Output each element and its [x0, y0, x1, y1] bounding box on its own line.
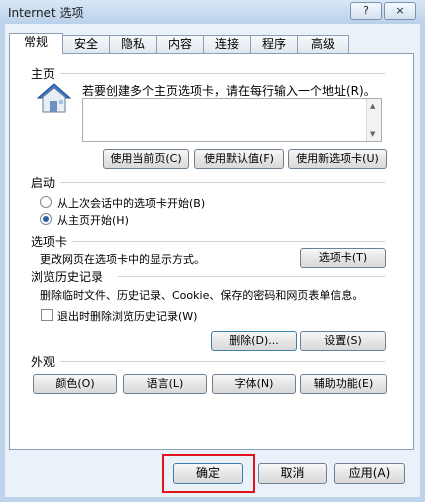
- startup-home-page-radio[interactable]: [40, 213, 52, 225]
- home-description: 若要创建多个主页选项卡，请在每行输入一个地址(R)。: [82, 84, 376, 98]
- use-default-button[interactable]: 使用默认值(F): [194, 149, 284, 169]
- fonts-button[interactable]: 字体(N): [212, 374, 296, 394]
- history-section-divider: [118, 276, 385, 277]
- accessibility-button[interactable]: 辅助功能(E): [300, 374, 387, 394]
- history-section-title: 浏览历史记录: [31, 270, 104, 284]
- home-section-title: 主页: [31, 67, 56, 81]
- history-settings-button[interactable]: 设置(S): [300, 331, 386, 351]
- house-icon: [36, 82, 72, 114]
- startup-section-divider: [60, 182, 385, 183]
- appearance-section-divider: [60, 361, 385, 362]
- tabs-settings-button[interactable]: 选项卡(T): [300, 248, 386, 268]
- startup-last-session-label: 从上次会话中的选项卡开始(B): [57, 197, 206, 210]
- tab-security[interactable]: 安全: [62, 35, 110, 53]
- home-page-textbox[interactable]: ▲ ▼: [82, 98, 382, 142]
- tab-general[interactable]: 常规: [9, 33, 63, 54]
- ok-button[interactable]: 确定: [173, 463, 243, 484]
- delete-history-on-exit-checkbox[interactable]: [41, 309, 53, 321]
- close-button[interactable]: ×: [384, 2, 416, 20]
- tab-advanced[interactable]: 高级: [297, 35, 349, 53]
- home-textbox-scrollbar[interactable]: ▲ ▼: [366, 99, 381, 141]
- history-description: 删除临时文件、历史记录、Cookie、保存的密码和网页表单信息。: [40, 289, 364, 302]
- startup-section-title: 启动: [31, 176, 56, 190]
- use-new-tab-button[interactable]: 使用新选项卡(U): [288, 149, 387, 169]
- tab-privacy[interactable]: 隐私: [109, 35, 157, 53]
- delete-history-button[interactable]: 删除(D)...: [211, 331, 297, 351]
- startup-last-session-radio[interactable]: [40, 196, 52, 208]
- scroll-down-icon[interactable]: ▼: [370, 130, 375, 138]
- languages-button[interactable]: 语言(L): [123, 374, 207, 394]
- delete-history-on-exit-label: 退出时删除浏览历史记录(W): [57, 310, 198, 323]
- scroll-up-icon[interactable]: ▲: [370, 102, 375, 110]
- tab-content[interactable]: 内容: [156, 35, 204, 53]
- use-current-page-button[interactable]: 使用当前页(C): [103, 149, 189, 169]
- tabs-section-title: 选项卡: [31, 235, 68, 249]
- appearance-section-title: 外观: [31, 355, 56, 369]
- window-title: Internet 选项: [8, 6, 84, 20]
- apply-button[interactable]: 应用(A): [334, 463, 405, 484]
- cancel-button[interactable]: 取消: [258, 463, 327, 484]
- tabs-section-divider: [72, 241, 385, 242]
- home-section-divider: [60, 73, 385, 74]
- colors-button[interactable]: 颜色(O): [33, 374, 117, 394]
- tab-connections[interactable]: 连接: [203, 35, 251, 53]
- startup-home-page-label: 从主页开始(H): [57, 214, 129, 227]
- help-button[interactable]: ?: [350, 2, 382, 20]
- tabs-section-description: 更改网页在选项卡中的显示方式。: [40, 253, 205, 266]
- tab-programs[interactable]: 程序: [250, 35, 298, 53]
